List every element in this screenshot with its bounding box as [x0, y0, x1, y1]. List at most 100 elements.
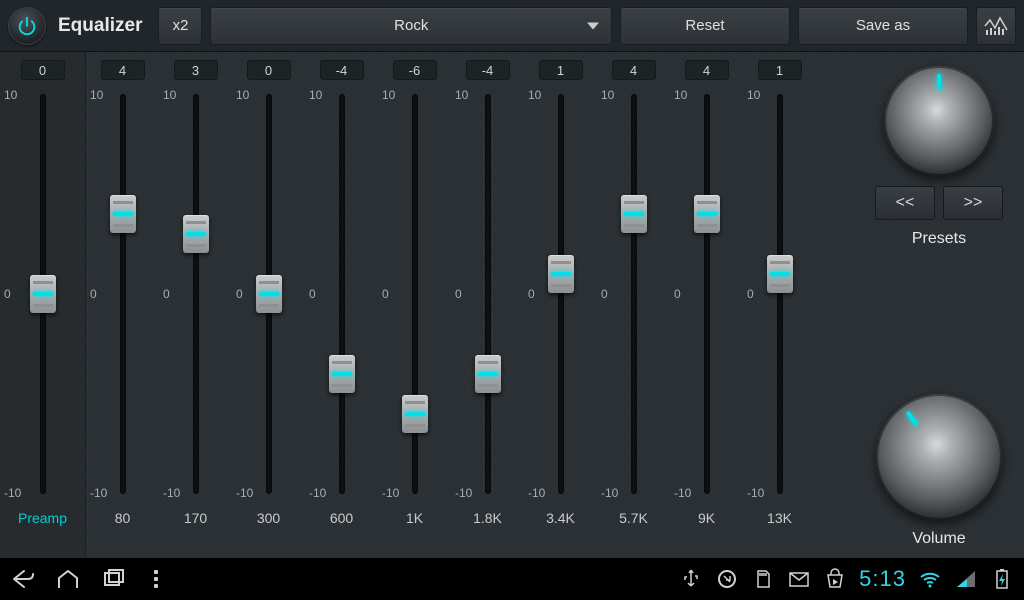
- band-slider[interactable]: [412, 94, 418, 494]
- usb-icon: [679, 568, 703, 590]
- band-freq-label: 170: [184, 510, 207, 526]
- preset-nav: << >>: [875, 186, 1003, 220]
- preset-select[interactable]: Rock: [210, 7, 612, 45]
- right-panel: << >> Presets Volume: [854, 52, 1024, 558]
- scale-max: 10: [309, 88, 322, 102]
- band-thumb[interactable]: [110, 195, 136, 233]
- band-column: 4100-1080: [86, 52, 159, 558]
- status-clock: 5:13: [859, 566, 906, 592]
- band-slider[interactable]: [777, 94, 783, 494]
- band-freq-label: 80: [115, 510, 131, 526]
- band-value-badge: 4: [612, 60, 656, 80]
- signal-icon: [954, 568, 978, 590]
- band-value-badge: 1: [539, 60, 583, 80]
- sync-icon: [715, 568, 739, 590]
- scale-min: -10: [528, 486, 545, 500]
- volume-label: Volume: [912, 530, 965, 548]
- band-freq-label: 3.4K: [546, 510, 575, 526]
- preset-next-button[interactable]: >>: [943, 186, 1003, 220]
- preamp-slider-box: 10 0 -10: [0, 84, 85, 504]
- home-button[interactable]: [56, 568, 80, 590]
- band-slider-box: 100-10: [670, 84, 743, 504]
- band-freq-label: 300: [257, 510, 280, 526]
- scale-mid: 0: [601, 287, 608, 301]
- band-slider-box: 100-10: [597, 84, 670, 504]
- preset-knob-indicator: [937, 74, 941, 90]
- scale-min: -10: [163, 486, 180, 500]
- band-slider-box: 100-10: [305, 84, 378, 504]
- preset-prev-button[interactable]: <<: [875, 186, 935, 220]
- band-column: 4100-109K: [670, 52, 743, 558]
- scale-min: -10: [382, 486, 399, 500]
- page-title: Equalizer: [58, 15, 142, 37]
- scale-min: -10: [747, 486, 764, 500]
- band-value-badge: -6: [393, 60, 437, 80]
- band-thumb[interactable]: [548, 255, 574, 293]
- scale-max: 10: [455, 88, 468, 102]
- scale-mid: 0: [747, 287, 754, 301]
- band-slider[interactable]: [485, 94, 491, 494]
- scale-mid: 0: [382, 287, 389, 301]
- scale-mid: 0: [455, 287, 462, 301]
- reset-button[interactable]: Reset: [620, 7, 790, 45]
- band-slider-box: 10 0 -10: [743, 84, 816, 504]
- scale-max: 10: [382, 88, 395, 102]
- preamp-slider[interactable]: [40, 94, 46, 494]
- android-navbar: 5:13: [0, 558, 1024, 600]
- band-slider-box: 100-10: [159, 84, 232, 504]
- back-button[interactable]: [10, 568, 34, 590]
- band-value-badge: 4: [101, 60, 145, 80]
- scale-min: -10: [236, 486, 253, 500]
- scale-max: 10: [747, 88, 760, 102]
- scale-max: 10: [90, 88, 103, 102]
- band-thumb[interactable]: [329, 355, 355, 393]
- band-thumb[interactable]: [694, 195, 720, 233]
- preset-knob[interactable]: [884, 66, 994, 176]
- band-thumb[interactable]: [402, 395, 428, 433]
- graph-view-button[interactable]: [976, 7, 1016, 45]
- band-slider[interactable]: [631, 94, 637, 494]
- recent-apps-button[interactable]: [102, 568, 126, 590]
- band-thumb[interactable]: [767, 255, 793, 293]
- toolbar: Equalizer x2 Rock Reset Save as: [0, 0, 1024, 52]
- menu-button[interactable]: [154, 570, 158, 588]
- band-slider[interactable]: [193, 94, 199, 494]
- band-freq-label: 5.7K: [619, 510, 648, 526]
- battery-charging-icon: [990, 568, 1014, 590]
- scale-mid: 0: [674, 287, 681, 301]
- scale-max: 10: [674, 88, 687, 102]
- x2-button[interactable]: x2: [158, 7, 202, 45]
- preamp-thumb[interactable]: [30, 275, 56, 313]
- volume-knob-indicator: [906, 411, 918, 426]
- volume-knob[interactable]: [876, 394, 1002, 520]
- band-thumb[interactable]: [621, 195, 647, 233]
- preamp-label: Preamp: [18, 510, 67, 526]
- presets-label: Presets: [912, 230, 966, 248]
- chevron-down-icon: [587, 22, 599, 29]
- band-freq-label: 13K: [767, 510, 792, 526]
- band-slider[interactable]: [558, 94, 564, 494]
- band-thumb[interactable]: [475, 355, 501, 393]
- band-value-badge: 1: [758, 60, 802, 80]
- band-thumb[interactable]: [256, 275, 282, 313]
- band-freq-label: 600: [330, 510, 353, 526]
- band-thumb[interactable]: [183, 215, 209, 253]
- wifi-icon: [918, 568, 942, 590]
- band-column: 4100-105.7K: [597, 52, 670, 558]
- scale-mid: 0: [163, 287, 170, 301]
- band-slider[interactable]: [120, 94, 126, 494]
- band-value-badge: -4: [320, 60, 364, 80]
- save-as-button[interactable]: Save as: [798, 7, 968, 45]
- band-slider[interactable]: [266, 94, 272, 494]
- preamp-value-badge: 0: [21, 60, 65, 80]
- power-button[interactable]: [8, 7, 46, 45]
- scale-mid: 0: [4, 287, 11, 301]
- band-slider-box: 100-10: [524, 84, 597, 504]
- band-value-badge: 4: [685, 60, 729, 80]
- scale-min: -10: [455, 486, 472, 500]
- band-slider[interactable]: [339, 94, 345, 494]
- scale-min: -10: [601, 486, 618, 500]
- band-slider[interactable]: [704, 94, 710, 494]
- status-icons: 5:13: [679, 566, 1014, 592]
- play-store-icon: [823, 568, 847, 590]
